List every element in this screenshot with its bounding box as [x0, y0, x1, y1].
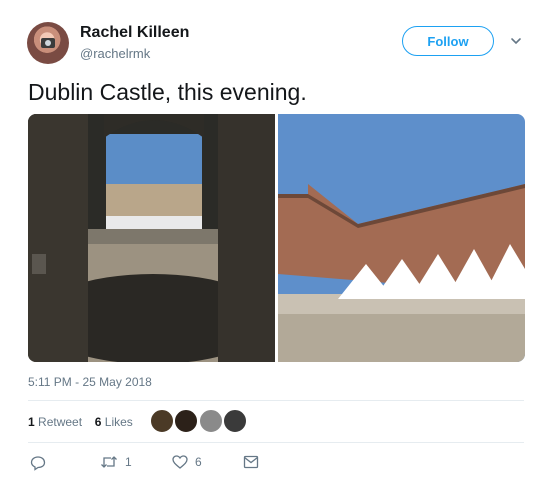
- follow-button[interactable]: Follow: [402, 26, 494, 56]
- liker-avatar[interactable]: [223, 409, 247, 433]
- avatar[interactable]: [27, 22, 69, 64]
- tweet-timestamp[interactable]: 5:11 PM - 25 May 2018: [28, 375, 152, 389]
- retweet-count[interactable]: 1: [28, 415, 35, 429]
- user-handle[interactable]: @rachelrmk: [80, 46, 150, 61]
- divider: [28, 400, 524, 401]
- retweet-button[interactable]: 1: [100, 455, 132, 469]
- likes-label[interactable]: Likes: [105, 415, 133, 429]
- tweet-stats: 1 Retweet 6 Likes: [28, 415, 133, 429]
- like-button[interactable]: 6: [172, 455, 202, 469]
- retweet-icon: [101, 456, 117, 468]
- display-name[interactable]: Rachel Killeen: [80, 24, 189, 42]
- liker-avatar[interactable]: [174, 409, 198, 433]
- liker-avatar[interactable]: [150, 409, 174, 433]
- direct-message-icon: [243, 455, 259, 469]
- retweet-label[interactable]: Retweet: [38, 415, 82, 429]
- photo-courtyard[interactable]: [278, 114, 525, 362]
- like-count[interactable]: 6: [95, 415, 102, 429]
- liker-avatar[interactable]: [199, 409, 223, 433]
- photo-archway[interactable]: [28, 114, 275, 362]
- like-action-count: 6: [195, 455, 202, 469]
- chevron-down-icon[interactable]: [510, 36, 522, 46]
- direct-message-button[interactable]: [243, 455, 259, 469]
- reply-icon: [30, 456, 46, 471]
- camera-lens-icon: [45, 40, 51, 46]
- retweet-action-count: 1: [125, 455, 132, 469]
- divider: [28, 442, 524, 443]
- tweet-text: Dublin Castle, this evening.: [28, 79, 307, 105]
- reply-button[interactable]: [30, 455, 46, 471]
- heart-icon: [172, 455, 188, 469]
- photo-grid: [28, 114, 525, 362]
